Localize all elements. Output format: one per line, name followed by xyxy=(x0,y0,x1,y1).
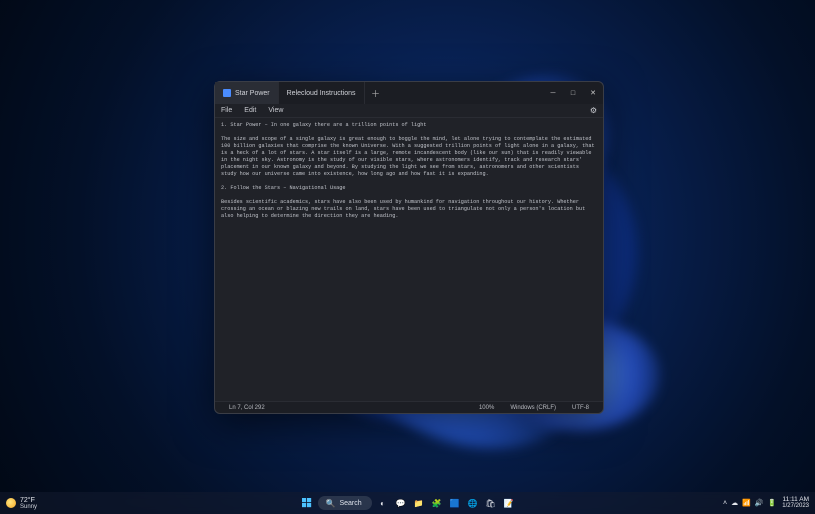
battery-icon[interactable]: 🔋 xyxy=(768,499,777,507)
start-button[interactable] xyxy=(300,496,314,510)
settings-icon[interactable]: ⚙ xyxy=(590,106,597,115)
taskbar-center: 🔍 Search ◐ 💬 📁 🧩 🟦 🌐 🛍 📝 xyxy=(300,496,516,510)
menubar: File Edit View ⚙ xyxy=(215,104,603,118)
tab-label: Relecloud Instructions xyxy=(287,90,356,97)
search-box[interactable]: 🔍 Search xyxy=(318,496,372,510)
weather-condition: Sunny xyxy=(20,504,37,510)
new-tab-button[interactable]: ＋ xyxy=(365,82,387,104)
clock-date: 1/27/2023 xyxy=(782,503,809,509)
statusbar: Ln 7, Col 292 100% Windows (CRLF) UTF-8 xyxy=(215,401,603,413)
volume-icon[interactable]: 🔊 xyxy=(755,499,764,507)
window-controls: ─ □ ✕ xyxy=(543,82,603,104)
minimize-button[interactable]: ─ xyxy=(543,82,563,104)
system-tray: ˄ ☁ 📶 🔊 🔋 11:11 AM 1/27/2023 xyxy=(723,497,809,510)
store-icon[interactable]: 🛍 xyxy=(484,496,498,510)
encoding[interactable]: UTF-8 xyxy=(564,405,597,411)
menu-view[interactable]: View xyxy=(268,107,283,114)
menu-file[interactable]: File xyxy=(221,107,232,114)
clock[interactable]: 11:11 AM 1/27/2023 xyxy=(782,497,809,510)
text-editor[interactable]: 1. Star Power – In one galaxy there are … xyxy=(215,118,603,401)
chat-icon[interactable]: 💬 xyxy=(394,496,408,510)
zoom-level[interactable]: 100% xyxy=(471,405,502,411)
edge-icon[interactable]: 🌐 xyxy=(466,496,480,510)
task-view-icon[interactable]: ◐ xyxy=(376,496,390,510)
cursor-position: Ln 7, Col 292 xyxy=(221,405,273,411)
titlebar: Star Power Relecloud Instructions ＋ ─ □ … xyxy=(215,82,603,104)
line-endings[interactable]: Windows (CRLF) xyxy=(502,405,564,411)
weather-widget[interactable]: 72°F Sunny xyxy=(6,497,37,510)
onedrive-icon[interactable]: ☁ xyxy=(731,499,738,507)
notepad-taskbar-icon[interactable]: 📝 xyxy=(502,496,516,510)
notepad-window: Star Power Relecloud Instructions ＋ ─ □ … xyxy=(214,81,604,414)
maximize-button[interactable]: □ xyxy=(563,82,583,104)
wifi-icon[interactable]: 📶 xyxy=(742,499,751,507)
taskbar: 72°F Sunny 🔍 Search ◐ 💬 📁 🧩 🟦 🌐 🛍 📝 ˄ ☁ … xyxy=(0,492,815,514)
sun-icon xyxy=(6,498,16,508)
tab-relecloud[interactable]: Relecloud Instructions xyxy=(279,82,365,104)
search-placeholder: Search xyxy=(339,500,361,507)
tab-label: Star Power xyxy=(235,90,270,97)
search-icon: 🔍 xyxy=(326,499,336,508)
app-icon-2[interactable]: 🟦 xyxy=(448,496,462,510)
app-icon-1[interactable]: 🧩 xyxy=(430,496,444,510)
close-button[interactable]: ✕ xyxy=(583,82,603,104)
tray-chevron-icon[interactable]: ˄ xyxy=(723,500,727,507)
explorer-icon[interactable]: 📁 xyxy=(412,496,426,510)
tab-star-power[interactable]: Star Power xyxy=(215,82,279,104)
file-icon xyxy=(223,89,231,97)
menu-edit[interactable]: Edit xyxy=(244,107,256,114)
weather-temp: 72°F xyxy=(20,497,37,504)
